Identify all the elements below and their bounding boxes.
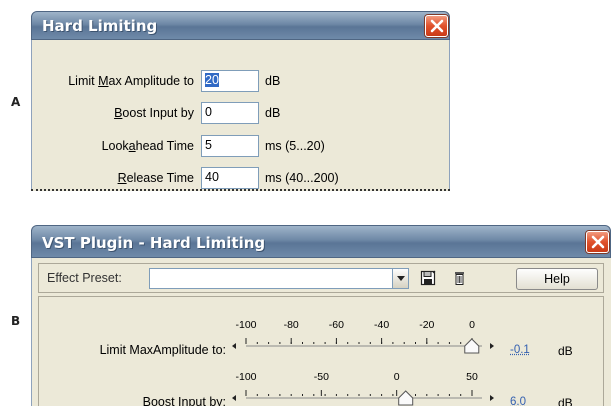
arrow-left-icon[interactable] xyxy=(232,395,236,401)
boost-input-slider[interactable]: -100 -50 0 50 xyxy=(228,368,498,406)
limit-max-amplitude-unit: dB xyxy=(558,344,573,358)
help-button[interactable]: Help xyxy=(516,268,598,290)
close-icon xyxy=(591,235,605,249)
release-time-label: Release Time xyxy=(117,171,194,185)
dialog-title: Hard Limiting xyxy=(42,17,158,35)
tick-label: 0 xyxy=(394,371,400,383)
chevron-down-icon[interactable] xyxy=(392,268,409,289)
tick-label: -80 xyxy=(284,319,299,331)
hard-limiting-dialog: Hard Limiting Limit Max Amplitude to 20 … xyxy=(31,11,450,191)
slider-thumb[interactable] xyxy=(464,338,480,354)
panel-label-a: A xyxy=(11,95,21,109)
preset-toolbar: Effect Preset: Help xyxy=(38,263,604,293)
dialog-body: Effect Preset: Help Limit MaxAmplitude t… xyxy=(31,258,611,406)
delete-preset-icon[interactable] xyxy=(452,270,468,286)
boost-input-unit: dB xyxy=(265,106,281,120)
close-button[interactable] xyxy=(586,231,609,253)
effect-preset-dropdown[interactable] xyxy=(149,268,404,289)
limit-max-amplitude-unit: dB xyxy=(265,74,281,88)
limit-max-amplitude-value[interactable]: -0.1 xyxy=(510,344,530,356)
boost-input-label: Boost Input by xyxy=(114,106,194,120)
title-bar[interactable]: VST Plugin - Hard Limiting xyxy=(31,225,611,258)
tick-label: 0 xyxy=(469,319,475,331)
boost-input-value[interactable]: 6.0 xyxy=(510,396,526,406)
lookahead-time-unit: ms (5...20) xyxy=(265,139,325,153)
tick-label: -60 xyxy=(329,319,344,331)
release-time-field[interactable]: 40 xyxy=(201,167,259,189)
tick-label: -20 xyxy=(419,319,434,331)
tick-label: -50 xyxy=(314,371,329,383)
vst-plugin-dialog: VST Plugin - Hard Limiting Effect Preset… xyxy=(31,225,611,406)
limit-max-amplitude-label: Limit Max Amplitude to xyxy=(68,74,194,88)
tick-label: -100 xyxy=(235,371,256,383)
save-preset-icon[interactable] xyxy=(420,270,436,286)
title-bar[interactable]: Hard Limiting xyxy=(31,11,450,40)
arrow-right-icon[interactable] xyxy=(490,395,494,401)
panel-label-b: B xyxy=(11,314,21,328)
release-time-unit: ms (40...200) xyxy=(265,171,339,185)
dialog-title: VST Plugin - Hard Limiting xyxy=(42,234,266,252)
boost-input-label: Boost Input by: xyxy=(142,395,226,406)
tick-label: -40 xyxy=(374,319,389,331)
boost-input-unit: dB xyxy=(558,396,573,406)
tick-label: -100 xyxy=(235,319,256,331)
close-button[interactable] xyxy=(425,15,448,37)
lookahead-time-field[interactable]: 5 xyxy=(201,135,259,157)
boost-input-field[interactable]: 0 xyxy=(201,102,259,124)
limit-max-amplitude-label: Limit MaxAmplitude to: xyxy=(99,343,226,357)
lookahead-time-label: Lookahead Time xyxy=(101,139,194,153)
crop-edge xyxy=(31,189,450,191)
tick-label: 50 xyxy=(466,371,478,383)
limit-max-amplitude-slider[interactable]: -100 -80 -60 -40 -20 0 xyxy=(228,316,498,360)
slider-thumb[interactable] xyxy=(398,390,414,406)
close-icon xyxy=(430,19,444,33)
limit-max-amplitude-input[interactable]: 20 xyxy=(201,70,259,92)
effect-preset-label: Effect Preset: xyxy=(47,271,122,285)
dialog-body: Limit Max Amplitude to 20 dB Boost Input… xyxy=(31,40,450,191)
arrow-left-icon[interactable] xyxy=(232,343,236,349)
arrow-right-icon[interactable] xyxy=(490,343,494,349)
